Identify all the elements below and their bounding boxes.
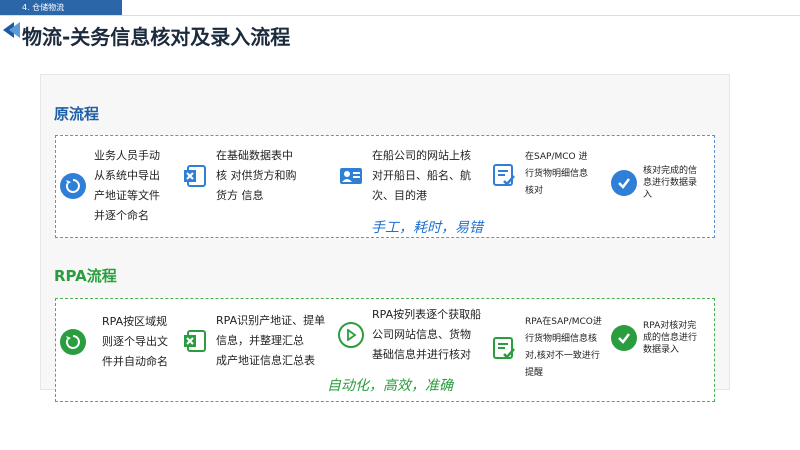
refresh-icon bbox=[60, 329, 86, 355]
play-icon bbox=[338, 322, 364, 348]
page-title: 物流-关务信息核对及录入流程 bbox=[22, 25, 291, 49]
checklist-icon bbox=[491, 335, 517, 361]
original-step-4: 在SAP/MCO 进 行货物明细信息 核对 bbox=[491, 149, 588, 200]
check-circle-icon bbox=[611, 325, 637, 351]
rpa-flow-label: RPA流程 bbox=[54, 267, 117, 285]
person-card-icon bbox=[338, 163, 364, 189]
original-step-2: 在基础数据表中 核 对供货方和购 货方 信息 bbox=[182, 146, 297, 206]
original-flow-note: 手工，耗时，易错 bbox=[371, 220, 483, 236]
original-step-1: 业务人员手动 从系统中导出 产地证等文件 并逐个命名 bbox=[60, 146, 160, 226]
excel-icon bbox=[182, 328, 208, 354]
original-step-5: 核对完成的信 息进行数据录 入 bbox=[611, 165, 697, 201]
rpa-flow-note: 自动化，高效，准确 bbox=[327, 378, 453, 394]
excel-icon bbox=[182, 163, 208, 189]
rpa-step-5: RPA对核对完 成的信息进行 数据录入 bbox=[611, 320, 697, 356]
chevron-left-icon bbox=[9, 22, 20, 38]
rpa-step-4: RPA在SAP/MCO进 行货物明细信息核 对,核对不一致进行 提醒 bbox=[491, 314, 602, 382]
original-flow-label: 原流程 bbox=[54, 105, 100, 123]
refresh-icon bbox=[60, 173, 86, 199]
rpa-step-2: RPA识别产地证、提单 信息，并整理汇总 成产地证信息汇总表 bbox=[182, 311, 325, 371]
checklist-icon bbox=[491, 162, 517, 188]
rpa-step-1: RPA按区域规 则逐个导出文 件并自动命名 bbox=[60, 312, 168, 372]
original-step-3: 在船公司的网站上核 对开船日、船名、航 次、目的港 bbox=[338, 146, 471, 206]
rpa-step-3: RPA按列表逐个获取船 公司网站信息、货物 基础信息并进行核对 bbox=[338, 305, 481, 365]
header-divider bbox=[0, 15, 800, 16]
check-circle-icon bbox=[611, 170, 637, 196]
section-tag: 4. 仓储物流 bbox=[0, 0, 122, 15]
